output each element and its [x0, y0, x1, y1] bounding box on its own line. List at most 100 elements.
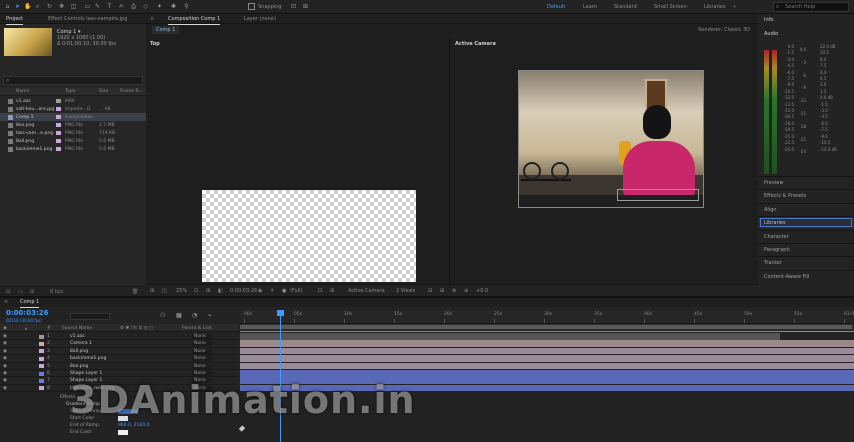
workspace-default[interactable]: Default	[547, 4, 565, 10]
delete-icon[interactable]: 🗑	[132, 289, 138, 295]
label-color-swatch[interactable]	[56, 106, 61, 111]
label-color-swatch[interactable]	[56, 130, 61, 135]
label-color-swatch[interactable]	[56, 146, 61, 151]
panel-item-tracker[interactable]: Tracker	[758, 256, 854, 268]
layer-name[interactable]: v1.aac	[70, 334, 85, 339]
camera-dropdown[interactable]: Active Camera	[348, 288, 385, 294]
layer-row[interactable]: ◉ 4 backimme1.png None	[0, 355, 238, 363]
end-of-ramp-value[interactable]: 960.0, 2160.0	[118, 423, 150, 428]
switches-column-icon[interactable]: ⚙ ✱ ⁄ fx ⊡ ◎ ◻	[120, 326, 153, 331]
workspace-overflow-icon[interactable]: »	[733, 4, 736, 10]
tab-comp[interactable]: Comp 1	[20, 299, 40, 308]
layer-row[interactable]: ◉ 1 v1.aac None	[0, 333, 238, 341]
time-ruler[interactable]: 00s 05s 10s 15s 20s 25s 30s 35s 40s 45s 50s 55s 01:0…	[240, 310, 854, 324]
layer-track-bar[interactable]	[240, 333, 780, 340]
transparency-grid-icon[interactable]: ⊞	[330, 288, 334, 294]
selection-tool-icon[interactable]: ➤	[14, 3, 21, 10]
panel-item-paragraph[interactable]: Paragraph	[758, 243, 854, 255]
panel-item-content-aware-fill[interactable]: Content-Aware Fill	[758, 269, 854, 282]
layer-row[interactable]: ◉ 2 Camera 1 None	[0, 340, 238, 348]
visibility-eye-icon[interactable]: ◉	[3, 386, 7, 391]
work-area-range[interactable]	[240, 325, 852, 329]
graph-editor-icon[interactable]: ⌁	[208, 312, 212, 319]
label-color-swatch[interactable]	[39, 378, 44, 383]
av-features-icon[interactable]: ◉	[3, 326, 7, 331]
column-frame-rate[interactable]: Frame R...	[120, 89, 143, 94]
panel-item-effects-presets[interactable]: Effects & Presets	[758, 189, 854, 201]
show-snapshot-icon[interactable]: ⚘	[270, 288, 274, 294]
exposure-value[interactable]: +0.0	[476, 288, 488, 294]
label-color-swatch[interactable]	[39, 356, 44, 361]
tab-composition[interactable]: Composition Comp 1	[168, 16, 221, 25]
label-color-swatch[interactable]	[56, 138, 61, 143]
end-of-ramp-property[interactable]: End of Ramp	[70, 423, 99, 428]
new-folder-icon[interactable]: ▭	[18, 289, 23, 295]
label-color-swatch[interactable]	[39, 349, 44, 354]
layer-row[interactable]: ◉ 3 8all.png None	[0, 348, 238, 356]
workspace-standard[interactable]: Standard	[614, 4, 637, 10]
layer-track-bar[interactable]	[240, 340, 854, 347]
renderer-label[interactable]: Renderer: Classic 3D	[698, 27, 750, 33]
workspace-learn[interactable]: Learn	[583, 4, 597, 10]
label-color-swatch[interactable]	[39, 334, 44, 339]
layer-name[interactable]: 8all.png	[70, 349, 88, 354]
clone-stamp-tool-icon[interactable]: ⎙	[130, 3, 137, 10]
tab-effect-controls[interactable]: Effect Controls lass-vampire.jpg	[48, 16, 127, 22]
workspace-small-screen[interactable]: Small Screen	[654, 4, 687, 10]
project-item[interactable]: Comp 1 Composition	[0, 113, 146, 121]
panel-item-character[interactable]: Character	[758, 229, 854, 242]
views-dropdown[interactable]: 2 Views	[396, 288, 415, 294]
type-tool-icon[interactable]: T	[106, 3, 113, 10]
end-color-property[interactable]: End Color	[70, 430, 92, 435]
panel-item-libraries[interactable]: Libraries	[758, 216, 854, 229]
visibility-eye-icon[interactable]: ◉	[3, 356, 7, 361]
visibility-eye-icon[interactable]: ◉	[3, 341, 7, 346]
close-icon[interactable]: ×	[150, 16, 154, 22]
fit-icon[interactable]: ⊡	[194, 288, 198, 294]
new-comp-icon[interactable]: ⊞	[30, 289, 34, 295]
layout-icon-2[interactable]: ⊞	[440, 288, 444, 294]
layer-track-bar[interactable]	[240, 362, 854, 370]
3d-view-icon[interactable]: ⊗	[452, 288, 456, 294]
project-item[interactable]: lass-vam...e.png PNG file 719 KB	[0, 129, 146, 137]
roto-brush-tool-icon[interactable]: ✦	[156, 3, 163, 10]
grid-icon[interactable]: ⊞	[206, 288, 210, 294]
shy-layers-icon[interactable]: ⚇	[160, 312, 165, 319]
hand-tool-icon[interactable]: ✋	[24, 3, 31, 10]
pan-behind-tool-icon[interactable]: ✥	[58, 3, 65, 10]
comp-subtab[interactable]: Comp 1	[152, 26, 180, 34]
layer-name[interactable]: Shape Layer 1	[70, 371, 102, 376]
layer-track-bar[interactable]	[240, 355, 854, 362]
layout-icon[interactable]: ⊟	[428, 288, 432, 294]
eraser-tool-icon[interactable]: ◇	[142, 3, 149, 10]
view-options-icon[interactable]: ⊞	[150, 288, 154, 294]
region-icon[interactable]: ◫	[162, 288, 167, 294]
column-source-name[interactable]: Source Name	[62, 326, 92, 331]
parent-dropdown[interactable]: None	[192, 334, 212, 339]
puppet-tool-icon[interactable]: ✱	[170, 3, 177, 10]
label-color-swatch[interactable]	[39, 386, 44, 391]
work-area-bar[interactable]	[240, 324, 854, 330]
label-color-swatch[interactable]	[56, 114, 61, 119]
zoom-tool-icon[interactable]: ⌕	[34, 3, 41, 10]
label-color-swatch[interactable]	[39, 341, 44, 346]
parent-dropdown[interactable]: None	[192, 356, 212, 362]
label-column-icon[interactable]: ⬧	[25, 326, 27, 332]
draft-3d-icon[interactable]: ⊕	[464, 288, 468, 294]
snapping-options-icon[interactable]: ⊡	[290, 3, 297, 10]
column-type[interactable]: Type	[65, 89, 75, 94]
label-color-swatch[interactable]	[56, 122, 61, 127]
parent-dropdown[interactable]: None	[192, 371, 212, 376]
motion-blur-icon[interactable]: ◔	[192, 312, 197, 319]
channel-icon[interactable]: ●	[282, 288, 286, 294]
interpret-footage-icon[interactable]: ⊟	[6, 289, 10, 295]
project-item[interactable]: v1.aac MAV	[0, 97, 146, 105]
visibility-eye-icon[interactable]: ◉	[3, 378, 7, 383]
label-color-swatch[interactable]	[39, 371, 44, 376]
close-icon[interactable]: ×	[4, 299, 8, 305]
frame-blending-icon[interactable]: ▦	[176, 312, 182, 319]
orbit-tool-icon[interactable]: ↻	[46, 3, 53, 10]
brush-tool-icon[interactable]: ✍	[118, 3, 125, 10]
layer-name[interactable]: 8oo.png	[70, 364, 88, 369]
layer-track-bar[interactable]	[240, 370, 854, 377]
